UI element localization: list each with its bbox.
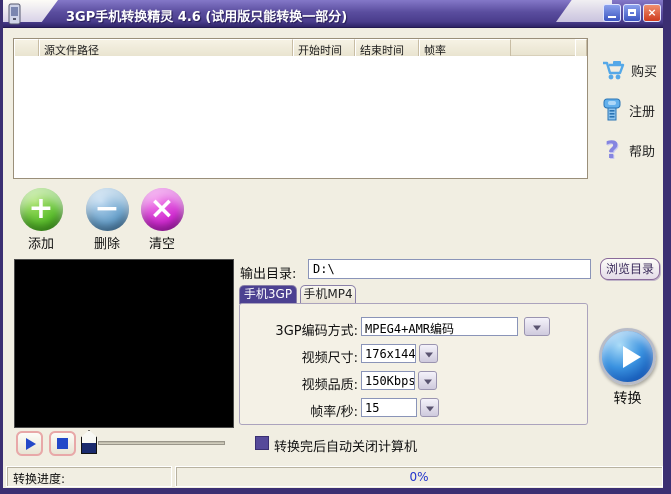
add-file-button[interactable]: + 添加 bbox=[11, 188, 71, 252]
framerate-label: 帧率/秒: bbox=[310, 405, 358, 420]
convert-label: 转换 bbox=[613, 391, 642, 407]
x-icon: × bbox=[140, 188, 184, 231]
column-header-end-time[interactable]: 结束时间 bbox=[355, 39, 419, 56]
column-header-filler bbox=[511, 39, 575, 55]
output-dir-label: 输出目录: bbox=[240, 267, 297, 282]
stop-icon bbox=[57, 438, 68, 449]
remove-label: 删除 bbox=[93, 237, 120, 252]
column-header-select[interactable] bbox=[14, 39, 39, 56]
clear-label: 清空 bbox=[148, 237, 175, 252]
video-quality-dropdown-button[interactable] bbox=[418, 371, 437, 390]
video-size-dropdown-button[interactable] bbox=[419, 344, 438, 363]
phone-app-icon bbox=[8, 3, 22, 29]
encoding-value[interactable]: MPEG4+AMR编码 bbox=[361, 317, 518, 336]
video-preview bbox=[14, 259, 234, 428]
column-header-framerate[interactable]: 帧率 bbox=[419, 39, 511, 56]
play-icon bbox=[26, 438, 36, 450]
buy-label: 购买 bbox=[631, 64, 658, 80]
buy-button[interactable]: 购买 bbox=[601, 56, 663, 84]
encoding-label: 3GP编码方式: bbox=[275, 324, 358, 339]
video-size-value[interactable]: 176x144 bbox=[361, 344, 416, 363]
seek-slider-track[interactable] bbox=[98, 441, 225, 445]
titlebar: 3GP手机转换精灵 4.6 (试用版只能转换一部分) × bbox=[3, 0, 663, 29]
close-button[interactable]: × bbox=[643, 4, 661, 22]
app-window: 3GP手机转换精灵 4.6 (试用版只能转换一部分) × 源文件路径 开始时间 … bbox=[0, 0, 671, 494]
minus-icon: − bbox=[85, 188, 129, 231]
column-header-start-time[interactable]: 开始时间 bbox=[293, 39, 355, 56]
stop-button[interactable] bbox=[49, 431, 76, 456]
progress-label: 转换进度: bbox=[6, 466, 172, 487]
convert-button[interactable] bbox=[599, 328, 656, 385]
framerate-dropdown-button[interactable] bbox=[420, 398, 439, 417]
maximize-button[interactable] bbox=[623, 4, 641, 22]
add-label: 添加 bbox=[27, 237, 54, 252]
plus-icon: + bbox=[19, 188, 63, 231]
clear-list-button[interactable]: × 清空 bbox=[132, 188, 192, 252]
shutdown-checkbox[interactable] bbox=[255, 436, 269, 450]
play-button[interactable] bbox=[16, 431, 43, 456]
column-header-source-path[interactable]: 源文件路径 bbox=[39, 39, 293, 56]
file-list-header: 源文件路径 开始时间 结束时间 帧率 bbox=[14, 39, 587, 56]
output-dir-input[interactable] bbox=[308, 259, 591, 279]
help-button[interactable]: ? 帮助 bbox=[601, 136, 663, 164]
shutdown-checkbox-label: 转换完后自动关闭计算机 bbox=[274, 440, 418, 455]
remove-file-button[interactable]: − 删除 bbox=[77, 188, 137, 252]
browse-dir-button[interactable]: 浏览目录 bbox=[600, 258, 660, 280]
question-mark-icon: ? bbox=[605, 136, 619, 164]
tab-phone-3gp[interactable]: 手机3GP bbox=[239, 285, 297, 304]
key-icon bbox=[603, 98, 621, 121]
play-icon bbox=[623, 346, 641, 368]
register-button[interactable]: 注册 bbox=[601, 96, 663, 124]
seek-slider-thumb[interactable] bbox=[81, 430, 97, 454]
framerate-value[interactable]: 15 bbox=[361, 398, 417, 417]
video-quality-label: 视频品质: bbox=[301, 378, 358, 393]
file-list[interactable]: 源文件路径 开始时间 结束时间 帧率 bbox=[13, 38, 588, 179]
minimize-button[interactable] bbox=[603, 4, 621, 22]
register-label: 注册 bbox=[629, 104, 656, 120]
progress-bar: 0% bbox=[175, 466, 663, 487]
window-title: 3GP手机转换精灵 4.6 (试用版只能转换一部分) bbox=[66, 10, 348, 25]
video-quality-value[interactable]: 150Kbps bbox=[361, 371, 415, 390]
help-label: 帮助 bbox=[629, 144, 656, 160]
cart-icon bbox=[603, 61, 625, 80]
column-header-end bbox=[575, 39, 587, 56]
video-size-label: 视频尺寸: bbox=[301, 351, 358, 366]
tab-phone-mp4[interactable]: 手机MP4 bbox=[300, 285, 356, 304]
encoding-dropdown-button[interactable] bbox=[524, 317, 550, 336]
